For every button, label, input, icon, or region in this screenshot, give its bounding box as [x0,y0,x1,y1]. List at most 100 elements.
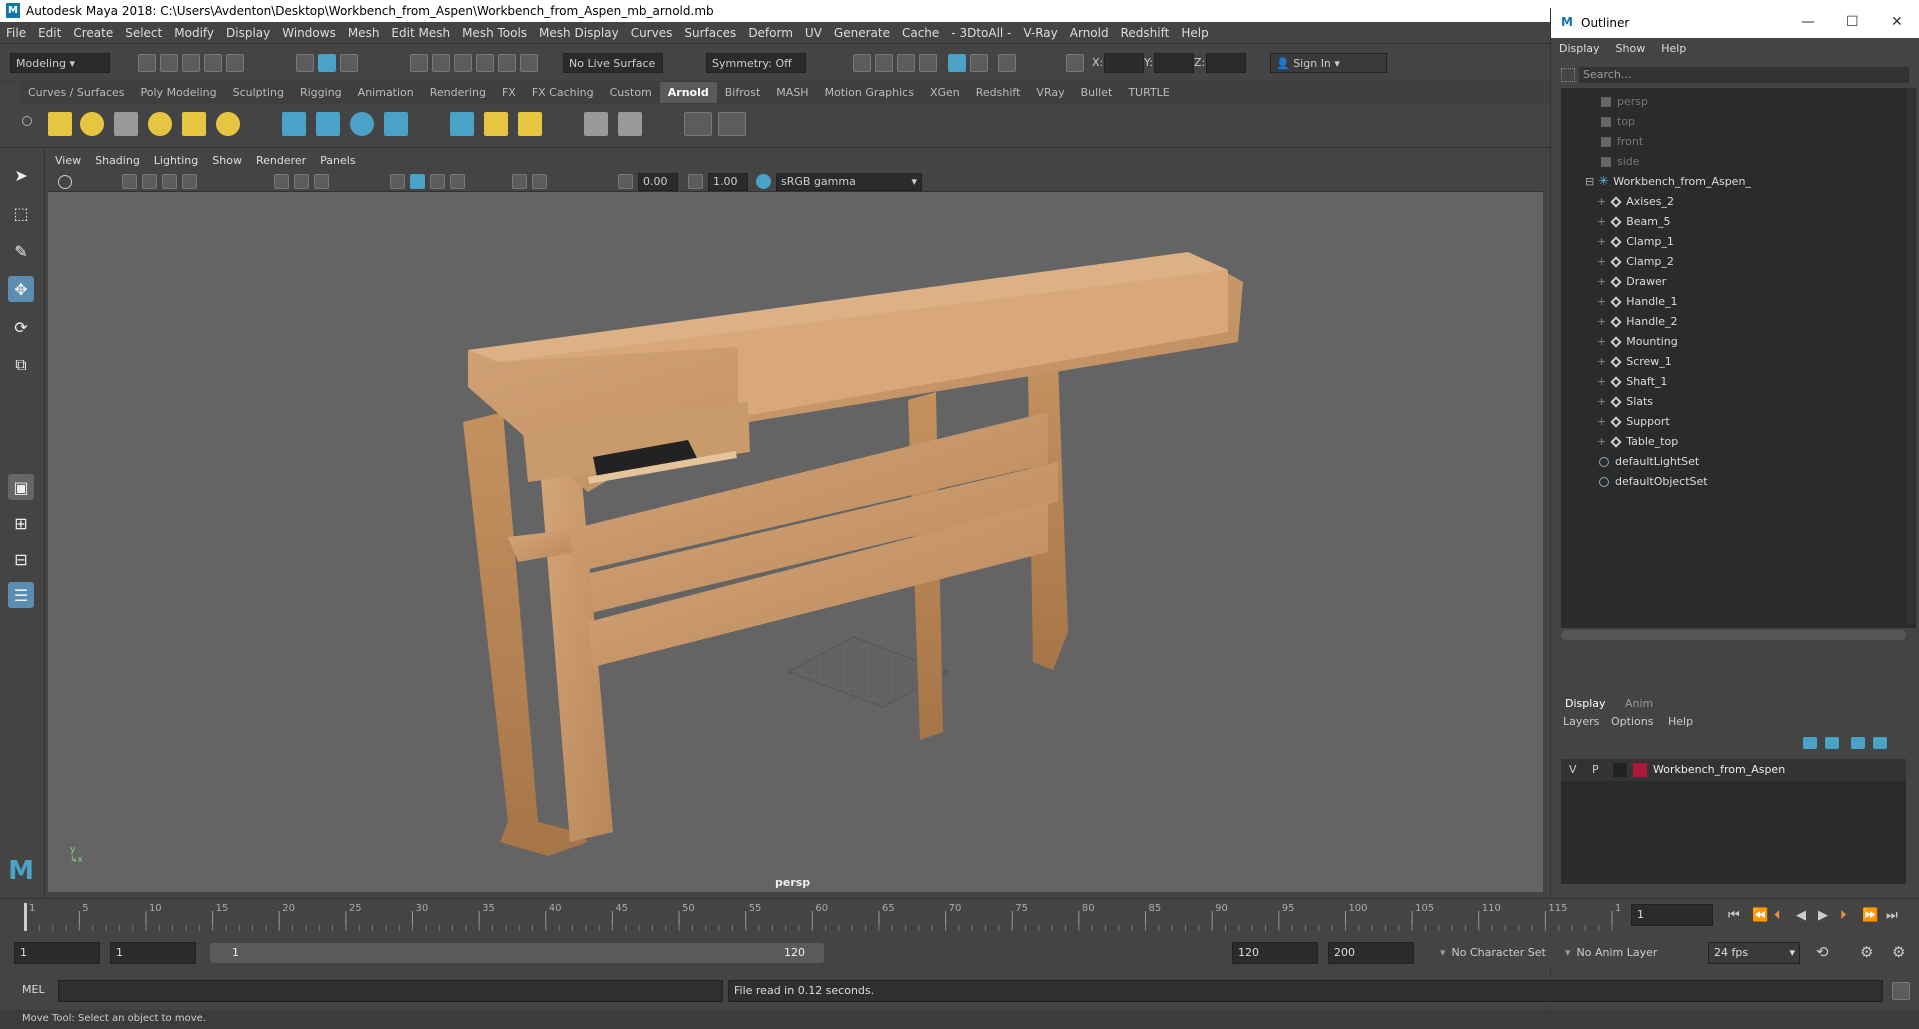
expand-icon[interactable]: + [1597,215,1606,228]
outliner-item-group[interactable]: ⊟ ✳ Workbench_from_Aspen_ [1585,172,1751,192]
paint-select-tool-icon[interactable]: ✎ [8,238,34,264]
outliner-search-input[interactable]: Search... [1579,67,1909,83]
outliner-item-table-top[interactable]: + Table_top [1597,432,1678,452]
gamma-icon[interactable] [688,174,703,189]
menu-edit-mesh[interactable]: Edit Mesh [385,22,456,40]
tab-sculpting[interactable]: Sculpting [225,82,292,103]
current-frame-field[interactable]: 1 [1631,904,1713,926]
layer-tab-anim[interactable]: Anim [1625,697,1653,710]
vp-menu-renderer[interactable]: Renderer [249,152,313,169]
four-pane-layout-icon[interactable]: ⊞ [8,510,34,536]
menu-display[interactable]: Display [220,22,276,40]
snap-grid-icon[interactable] [410,54,428,72]
script-language-label[interactable]: MEL [22,983,45,996]
layer-color-swatch[interactable] [1633,763,1647,777]
outliner-item-persp[interactable]: persp [1601,92,1648,112]
move-tool-icon[interactable]: ✥ [8,276,34,302]
move-layer-up-icon[interactable] [1803,737,1817,749]
layer-menu-options[interactable]: Options [1611,715,1653,728]
snap-point-icon[interactable] [454,54,472,72]
outliner-item-side[interactable]: side [1601,152,1640,172]
new-layer-icon[interactable] [1851,737,1865,749]
outliner-item-beam-5[interactable]: + Beam_5 [1597,212,1671,232]
rotate-tool-icon[interactable]: ⟳ [8,314,34,340]
play-back-icon[interactable]: ◀ [1796,908,1806,923]
anim-end-field[interactable]: 200 [1328,942,1414,964]
photometric-light-icon[interactable] [114,112,138,136]
expand-icon[interactable]: + [1597,355,1606,368]
next-key-icon[interactable]: ⏵ [1840,908,1847,923]
expand-icon[interactable]: + [1597,335,1606,348]
step-forward-key-icon[interactable]: ⏩ [1862,908,1878,923]
menu-mesh[interactable]: Mesh [342,22,386,40]
textured-icon[interactable] [430,174,445,189]
outliner-menu-display[interactable]: Display [1551,38,1608,59]
tab-mash[interactable]: MASH [768,82,816,103]
x-field[interactable] [1104,53,1144,73]
outliner-layout-icon[interactable]: ☰ [8,582,34,608]
playback-end-field[interactable]: 120 [1232,942,1318,964]
auto-key-icon[interactable]: ⚙ [1860,943,1873,961]
viewport-persp[interactable] [48,192,1543,892]
tab-rendering[interactable]: Rendering [422,82,494,103]
2d-pan-zoom-icon[interactable] [182,174,197,189]
outliner-item-default-light-set[interactable]: defaultLightSet [1599,452,1699,472]
collapse-icon[interactable]: ⊟ [1585,175,1594,188]
outliner-item-front[interactable]: front [1601,132,1643,152]
menu-3dtoall[interactable]: - 3DtoAll - [945,22,1017,40]
tab-curves-surfaces[interactable]: Curves / Surfaces [20,82,133,103]
expand-icon[interactable]: + [1597,435,1606,448]
undo-icon[interactable] [204,54,222,72]
xray-icon[interactable] [512,174,527,189]
expand-icon[interactable]: + [1597,255,1606,268]
outliner-item-handle-2[interactable]: + Handle_2 [1597,312,1678,332]
light-portal-icon[interactable] [182,112,206,136]
menu-windows[interactable]: Windows [276,22,342,40]
expand-icon[interactable]: + [1597,195,1606,208]
menu-modify[interactable]: Modify [168,22,220,40]
tab-rigging[interactable]: Rigging [292,82,350,103]
expand-icon[interactable]: + [1597,415,1606,428]
command-input[interactable] [58,980,723,1002]
render-settings-icon[interactable] [897,54,915,72]
vp-menu-panels[interactable]: Panels [313,152,362,169]
tab-custom[interactable]: Custom [602,82,660,103]
camera-select-icon[interactable] [122,174,137,189]
txmanager-icon[interactable] [484,112,508,136]
camera-attributes-icon[interactable] [58,175,72,189]
anim-layer-dropdown[interactable]: ▾ No Anim Layer [1565,946,1657,959]
playback-start-field[interactable]: 1 [110,942,196,964]
redo-icon[interactable] [226,54,244,72]
select-by-component-icon[interactable] [340,54,358,72]
step-back-key-icon[interactable]: ⏪ [1752,908,1768,923]
isolate-select-icon[interactable] [532,174,547,189]
symmetry-dropdown[interactable]: Symmetry: Off [706,53,806,73]
sign-in-button[interactable]: 👤 Sign In ▾ [1270,53,1387,73]
render-setup-icon[interactable] [970,54,988,72]
exposure-field[interactable]: 0.00 [638,173,678,191]
go-to-start-icon[interactable]: ⏮ [1728,908,1740,923]
color-management-icon[interactable] [756,174,771,189]
skydome-light-icon[interactable] [148,112,172,136]
expand-icon[interactable]: + [1597,295,1606,308]
current-time-marker[interactable] [24,903,27,931]
expand-icon[interactable]: + [1597,315,1606,328]
physical-sky-icon[interactable] [216,112,240,136]
vp-menu-show[interactable]: Show [205,152,249,169]
fps-dropdown[interactable]: 24 fps ▾ [1708,942,1800,964]
outliner-item-drawer[interactable]: + Drawer [1597,272,1666,292]
layer-menu-layers[interactable]: Layers [1563,715,1599,728]
vp-menu-lighting[interactable]: Lighting [147,152,205,169]
standin-icon[interactable] [282,112,306,136]
tab-fx-caching[interactable]: FX Caching [524,82,602,103]
menu-cache[interactable]: Cache [896,22,945,40]
grid-icon[interactable] [274,174,289,189]
two-pane-layout-icon[interactable]: ⊟ [8,546,34,572]
tab-turtle[interactable]: TURTLE [1120,82,1177,103]
menu-redshift[interactable]: Redshift [1115,22,1176,40]
tab-xgen[interactable]: XGen [922,82,968,103]
tab-poly-modeling[interactable]: Poly Modeling [133,82,225,103]
tab-animation[interactable]: Animation [350,82,422,103]
maximize-icon[interactable]: ☐ [1846,14,1859,30]
outliner-menu-help[interactable]: Help [1653,38,1694,59]
